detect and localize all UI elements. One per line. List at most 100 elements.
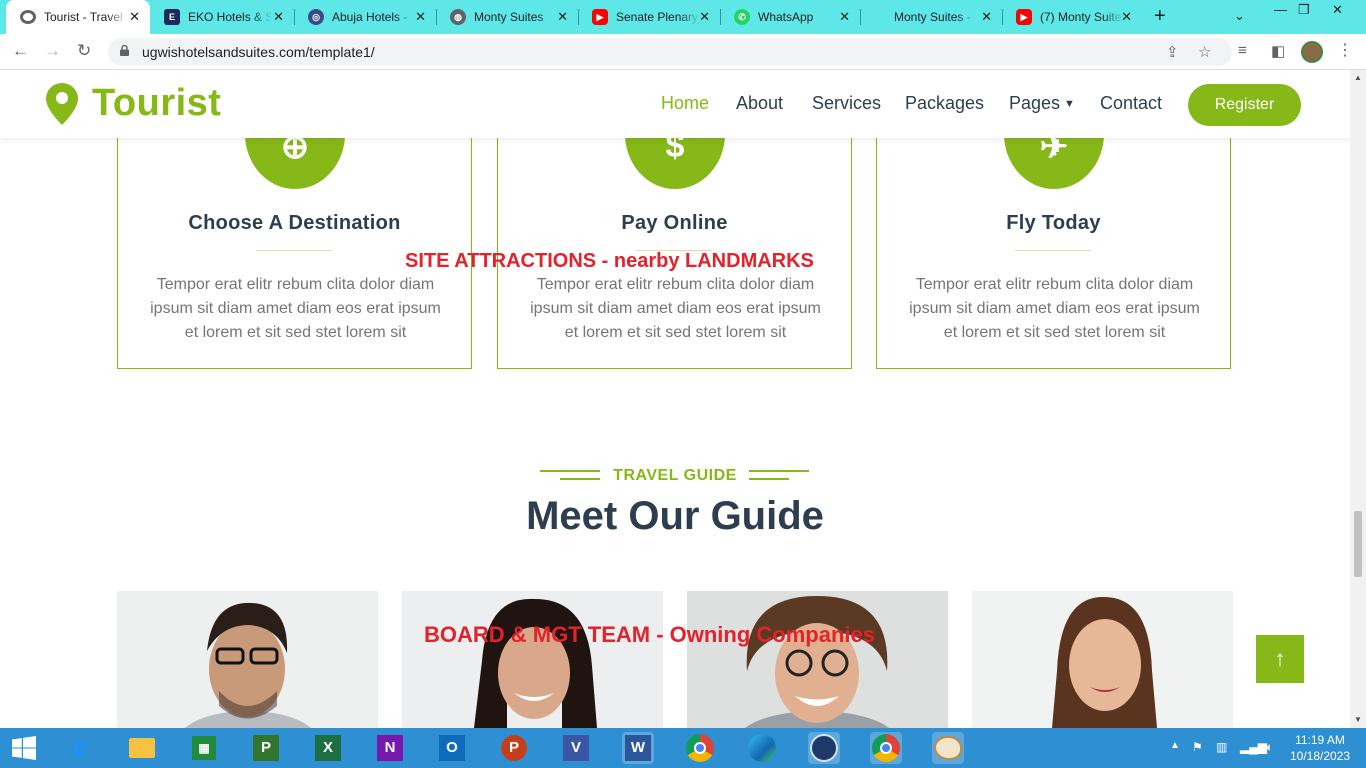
close-tab-icon[interactable]: ✕: [981, 9, 992, 25]
share-icon[interactable]: ⇪: [1166, 43, 1179, 61]
excel-icon[interactable]: X: [312, 732, 344, 764]
windows-taskbar: e ▦ P X N O P V W ▲ ⚑ ▥ ▂▄▆ 🔈︎ 11:19 AM …: [0, 728, 1366, 768]
tab-title: EKO Hotels & Suites: [188, 10, 272, 24]
guide-portrait-1: [117, 591, 378, 728]
guide-portrait-3: [687, 591, 948, 728]
tab-title: Tourist - Travel: [44, 10, 123, 24]
close-tab-icon[interactable]: ✕: [839, 9, 850, 25]
network-device-icon[interactable]: ▥: [1216, 740, 1227, 754]
tab-whatsapp[interactable]: ✆ WhatsApp ✕: [720, 0, 860, 34]
tab-monty-suites-2[interactable]: Monty Suites - ✕: [860, 0, 1002, 34]
system-clock[interactable]: 11:19 AM 10/18/2023: [1290, 732, 1350, 764]
file-explorer-icon[interactable]: [126, 732, 158, 764]
nav-home[interactable]: Home: [661, 93, 709, 114]
onenote-icon[interactable]: N: [374, 732, 406, 764]
forward-icon[interactable]: →: [44, 41, 61, 61]
arrow-up-icon: ↑: [1274, 646, 1286, 671]
profile-avatar[interactable]: [1301, 41, 1323, 63]
nav-pages-label: Pages: [1009, 93, 1061, 113]
site-logo[interactable]: Tourist: [46, 82, 221, 125]
close-tab-icon[interactable]: ✕: [415, 9, 426, 25]
visio-icon[interactable]: V: [560, 732, 592, 764]
new-tab-icon[interactable]: +: [1154, 5, 1166, 28]
chrome-active-icon[interactable]: [870, 732, 902, 764]
close-tab-icon[interactable]: ✕: [557, 9, 568, 25]
nav-pages-dropdown[interactable]: Pages ▼: [1009, 93, 1075, 114]
nav-contact[interactable]: Contact: [1100, 93, 1162, 114]
close-tab-icon[interactable]: ✕: [699, 9, 710, 25]
scroll-up-icon[interactable]: ▲: [1354, 73, 1362, 82]
abuja-icon: ◎: [308, 9, 324, 25]
close-tab-icon[interactable]: ✕: [129, 9, 140, 25]
guide-portrait-2: [402, 591, 663, 728]
guide-photo[interactable]: [402, 591, 663, 728]
restore-icon[interactable]: ❐: [1298, 2, 1310, 18]
clock-date: 10/18/2023: [1290, 749, 1351, 763]
scrollbar-thumb[interactable]: [1354, 511, 1362, 577]
chrome-icon[interactable]: [684, 732, 716, 764]
volume-icon[interactable]: 🔈︎: [1266, 740, 1273, 755]
section-subtitle: TRAVEL GUIDE: [613, 467, 737, 484]
word-icon[interactable]: W: [622, 732, 654, 764]
project-icon[interactable]: P: [250, 732, 282, 764]
outlook-icon[interactable]: O: [436, 732, 468, 764]
windows-start-icon[interactable]: [8, 732, 40, 764]
menu-kebab-icon[interactable]: ⋮: [1337, 40, 1353, 60]
register-button[interactable]: Register: [1188, 84, 1301, 126]
web-page: Tourist Home About Services Packages Pag…: [0, 70, 1350, 728]
reload-icon[interactable]: ↻: [77, 41, 91, 61]
nav-about[interactable]: About: [736, 93, 783, 114]
step-card-fly-today: ✈ Fly Today Tempor erat elitr rebum clit…: [876, 79, 1231, 369]
paint-icon[interactable]: [932, 732, 964, 764]
side-panel-icon[interactable]: ◧: [1271, 42, 1285, 60]
youtube-icon: ▶: [1016, 9, 1032, 25]
guide-photo[interactable]: [687, 591, 948, 728]
guide-portrait-4: [972, 591, 1233, 728]
divider: [256, 250, 332, 251]
reading-list-icon[interactable]: ≡: [1238, 42, 1247, 59]
step-text: Tempor erat elitr rebum clita dolor diam…: [530, 276, 821, 341]
caret-down-icon: ▼: [1064, 98, 1075, 110]
tab-abuja-hotels[interactable]: ◎ Abuja Hotels - ✕: [294, 0, 436, 34]
internet-explorer-icon[interactable]: e: [64, 732, 96, 764]
nav-packages[interactable]: Packages: [905, 93, 984, 114]
tab-eko-hotels[interactable]: E EKO Hotels & Suites ✕: [150, 0, 294, 34]
guide-photo[interactable]: [972, 591, 1233, 728]
store-icon[interactable]: ▦: [188, 732, 220, 764]
back-to-top-button[interactable]: ↑: [1256, 635, 1304, 683]
tab-monty-suites-youtube[interactable]: ▶ (7) Monty Suites ✕: [1002, 0, 1142, 34]
landmarks-overlay-text: SITE ATTRACTIONS - nearby LANDMARKS: [405, 250, 814, 272]
chevron-down-icon[interactable]: ⌄: [1234, 8, 1245, 24]
clock-time: 11:19 AM: [1295, 733, 1345, 747]
divider: [1015, 250, 1091, 251]
tab-title: Monty Suites -: [894, 10, 971, 24]
close-tab-icon[interactable]: ✕: [1121, 9, 1132, 25]
flag-icon[interactable]: ⚑: [1192, 740, 1203, 754]
edge-icon[interactable]: [746, 732, 778, 764]
board-overlay-text: BOARD & MGT TEAM - Owning Companies: [424, 622, 875, 647]
tab-title: Senate Plenary: [616, 10, 699, 24]
guide-photo[interactable]: [117, 591, 378, 728]
page-scrollbar[interactable]: ▲ ▼: [1350, 70, 1366, 728]
nav-services[interactable]: Services: [812, 93, 881, 114]
map-pin-icon: [46, 82, 78, 125]
tab-senate-plenary[interactable]: ▶ Senate Plenary ✕: [578, 0, 720, 34]
scroll-down-icon[interactable]: ▼: [1354, 715, 1362, 724]
app-icon[interactable]: [808, 732, 840, 764]
step-title: Pay Online: [621, 212, 728, 234]
section-heading: Meet Our Guide: [526, 494, 824, 538]
browser-toolbar: ← → ↻ ugwishotelsandsuites.com/template1…: [0, 34, 1366, 70]
signal-icon[interactable]: ▂▄▆: [1240, 740, 1267, 754]
powerpoint-icon[interactable]: P: [498, 732, 530, 764]
close-window-icon[interactable]: ✕: [1332, 2, 1343, 18]
tray-chevron-icon[interactable]: ▲: [1170, 740, 1180, 751]
tab-monty-suites[interactable]: ◍ Monty Suites ✕: [436, 0, 578, 34]
close-tab-icon[interactable]: ✕: [273, 9, 284, 25]
address-bar[interactable]: ugwishotelsandsuites.com/template1/ ⇪ ☆: [108, 38, 1232, 66]
minimize-icon[interactable]: —: [1274, 2, 1287, 17]
back-icon[interactable]: ←: [12, 41, 29, 61]
step-card-pay-online: $ Pay Online Tempor erat elitr rebum cli…: [497, 79, 852, 369]
site-icon: [20, 10, 36, 24]
tab-tourist[interactable]: Tourist - Travel ✕: [6, 0, 150, 34]
bookmark-star-icon[interactable]: ☆: [1198, 43, 1211, 61]
